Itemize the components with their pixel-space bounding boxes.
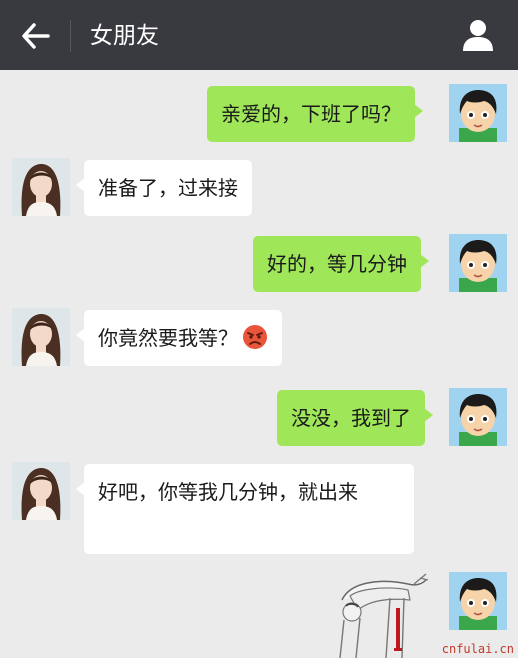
bowing-man-sticker-icon (339, 573, 429, 658)
watermark: cnfulai.cn (441, 642, 514, 656)
girlfriend-avatar[interactable] (12, 462, 70, 520)
message-bubble-received[interactable]: 你竟然要我等？ (76, 310, 282, 366)
person-icon (463, 20, 493, 51)
girl-photo-avatar-icon (12, 462, 70, 520)
my-avatar[interactable] (449, 234, 507, 292)
cartoon-boy-avatar-icon (449, 388, 507, 446)
girlfriend-avatar[interactable] (12, 308, 70, 366)
bowing-vomiting-blood-sticker[interactable] (330, 570, 430, 658)
message-bubble-received[interactable]: 好吧，你等我几分钟，就出来 (76, 464, 414, 554)
message-text: 好吧，你等我几分钟，就出来 (98, 480, 358, 504)
my-avatar[interactable] (449, 572, 507, 630)
girlfriend-avatar[interactable] (12, 158, 70, 216)
message-bubble-sent[interactable]: 好的，等几分钟 (253, 236, 429, 292)
girl-photo-avatar-icon (12, 158, 70, 216)
back-button[interactable] (20, 21, 52, 51)
message-text: 你竟然要我等？ (98, 326, 238, 350)
chat-info-button[interactable] (460, 18, 496, 52)
chat-title: 女朋友 (90, 23, 159, 49)
message-bubble-sent[interactable]: 没没，我到了 (277, 390, 433, 446)
message-text: 没没，我到了 (291, 406, 411, 430)
cartoon-boy-avatar-icon (449, 234, 507, 292)
angry-face-icon (242, 324, 268, 350)
message-bubble-sent[interactable]: 亲爱的，下班了吗？ (207, 86, 423, 142)
message-text: 准备了，过来接 (98, 176, 238, 200)
message-bubble-received[interactable]: 准备了，过来接 (76, 160, 252, 216)
girl-photo-avatar-icon (12, 308, 70, 366)
arrow-left-icon (22, 23, 50, 49)
my-avatar[interactable] (449, 84, 507, 142)
cartoon-boy-avatar-icon (449, 84, 507, 142)
message-text: 亲爱的，下班了吗？ (221, 102, 401, 126)
message-text: 好的，等几分钟 (267, 252, 407, 276)
header-divider (70, 20, 71, 52)
chat-header: 女朋友 (0, 0, 518, 70)
cartoon-boy-avatar-icon (449, 572, 507, 630)
my-avatar[interactable] (449, 388, 507, 446)
